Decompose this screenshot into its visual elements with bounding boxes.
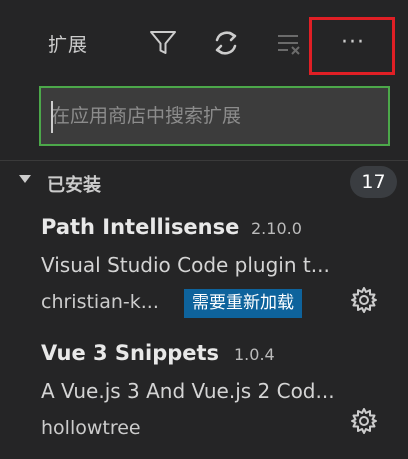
extension-description: Visual Studio Code plugin t...	[41, 253, 330, 277]
filter-icon[interactable]	[146, 26, 180, 60]
search-input[interactable]	[41, 88, 388, 144]
extension-name: Path Intellisense	[41, 215, 240, 239]
list-item-path-intellisense[interactable]: Path Intellisense 2.10.0 Visual Studio C…	[0, 215, 408, 333]
installed-section-header[interactable]: 已安装 17	[0, 162, 408, 202]
chevron-down-icon[interactable]	[19, 175, 31, 183]
extension-description: A Vue.js 3 And Vue.js 2 Cod...	[41, 379, 335, 403]
section-title: 已安装	[47, 175, 101, 196]
extension-name: Vue 3 Snippets	[41, 341, 220, 365]
count-badge: 17	[350, 166, 397, 198]
reload-required-button[interactable]: 需要重新加载	[184, 289, 302, 318]
section-divider	[0, 160, 408, 161]
view-title: 扩展	[48, 34, 89, 56]
more-actions-icon[interactable]: ···	[336, 25, 370, 59]
text-cursor	[51, 101, 53, 133]
search-box[interactable]	[39, 86, 390, 146]
extension-author[interactable]: christian-k...	[41, 291, 159, 313]
clear-icon	[272, 26, 306, 60]
list-item-vue-3-snippets[interactable]: Vue 3 Snippets 1.0.4 A Vue.js 3 And Vue.…	[0, 341, 408, 459]
extensions-header: 扩展 ···	[0, 0, 408, 86]
extension-author[interactable]: hollowtree	[41, 417, 141, 439]
gear-icon[interactable]	[350, 286, 378, 314]
extension-version: 2.10.0	[251, 219, 302, 238]
refresh-icon[interactable]	[209, 26, 243, 60]
extension-version: 1.0.4	[234, 345, 275, 364]
